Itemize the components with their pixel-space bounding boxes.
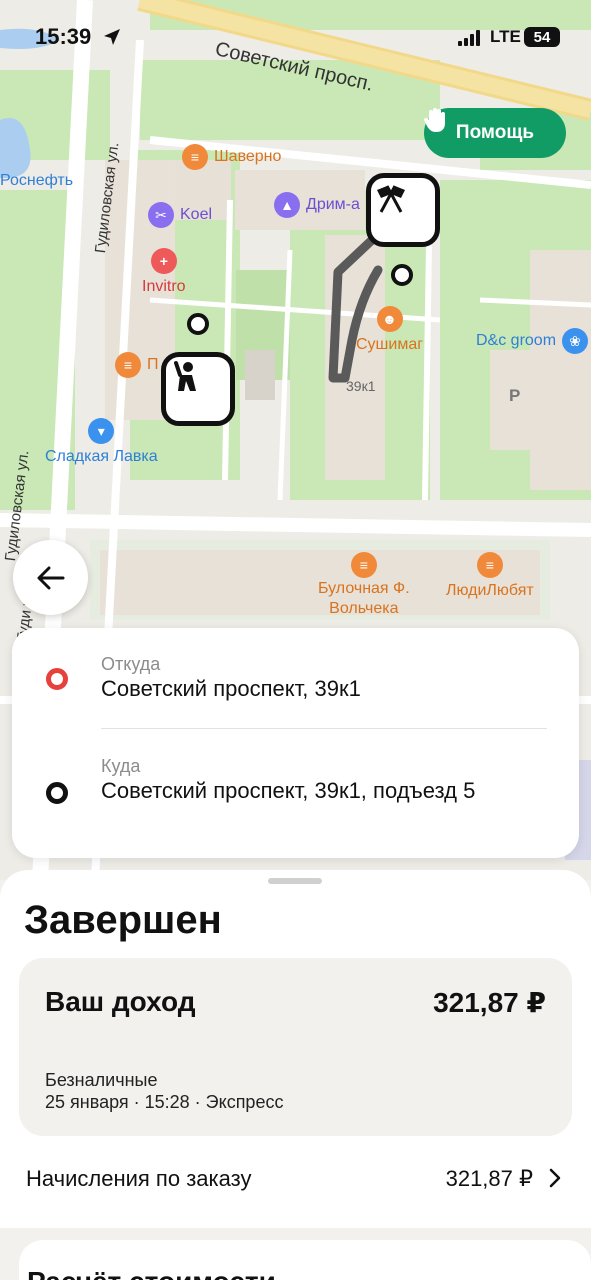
basket-icon: ▾ xyxy=(88,418,115,444)
help-button[interactable]: Помощь xyxy=(424,108,566,158)
poi-label: Invitro xyxy=(142,278,186,295)
poi-label: Шаверно xyxy=(214,148,282,165)
poi-label: П xyxy=(147,356,159,373)
cost-breakdown-title: Расчёт стоимости xyxy=(27,1266,276,1280)
chevron-right-icon xyxy=(549,1168,561,1188)
route-divider xyxy=(101,728,547,729)
battery-icon: 54 xyxy=(524,27,560,47)
poi-lyudi-lyubyat[interactable]: ≡ ЛюдиЛюбят xyxy=(446,552,534,600)
payment-method: Безналичные xyxy=(45,1070,158,1090)
food-icon: ≡ xyxy=(350,552,377,578)
poi-label: Вольчека xyxy=(329,600,399,617)
poi-label: ЛюдиЛюбят xyxy=(446,582,534,599)
scissors-icon: ✂ xyxy=(148,202,174,228)
poi-label: Сладкая Лавка xyxy=(45,448,158,465)
poi-shaverno[interactable]: ≡ Шаверно xyxy=(182,144,281,170)
status-bar: 15:39 LTE 54 xyxy=(0,22,591,54)
status-time: 15:39 xyxy=(35,24,92,49)
network-type: LTE xyxy=(490,27,521,46)
destination-pin-icon xyxy=(46,782,68,804)
poi-label: Роснефть xyxy=(0,172,74,189)
pickup-marker[interactable] xyxy=(161,352,235,426)
food-icon: ≡ xyxy=(182,144,208,170)
order-charges-row[interactable]: Начисления по заказу 321,87 ₽ xyxy=(0,1138,591,1228)
cake-icon: ▲ xyxy=(274,192,300,218)
poi-drim[interactable]: ▲ Дрим-а xyxy=(274,192,360,218)
poi-sladkaya-lavka[interactable]: ▾ Сладкая Лавка xyxy=(45,418,158,466)
poi-bulochnaya[interactable]: ≡ Булочная Ф. Вольчека xyxy=(318,552,410,618)
location-arrow-icon xyxy=(104,29,120,45)
cost-breakdown-card[interactable]: Расчёт стоимости xyxy=(19,1240,591,1280)
order-sheet[interactable]: Завершен Ваш доход 321,87 ₽ Безналичные … xyxy=(0,870,591,1280)
paw-icon: ❀ xyxy=(562,328,589,354)
route-point-pickup xyxy=(187,313,209,335)
checkered-flags-icon xyxy=(377,185,405,213)
order-status-title: Завершен xyxy=(24,898,222,942)
poi-koel[interactable]: ✂ Koel xyxy=(148,202,212,228)
charges-amount: 321,87 ₽ xyxy=(445,1166,533,1191)
dropoff-marker[interactable] xyxy=(366,173,440,247)
origin-pin-icon xyxy=(46,668,68,690)
cellular-signal-icon xyxy=(458,30,480,46)
route-from-label: Откуда xyxy=(101,654,161,674)
poi-label: Булочная Ф. xyxy=(318,580,410,597)
income-card: Ваш доход 321,87 ₽ Безналичные 25 января… xyxy=(19,958,572,1136)
poi-p[interactable]: ≡ П xyxy=(115,352,159,378)
battery-level: 54 xyxy=(533,28,551,46)
food-icon: ≡ xyxy=(476,552,503,578)
route-card[interactable]: Откуда Советский проспект, 39к1 Куда Сов… xyxy=(12,628,579,858)
order-meta: 25 января · 15:28 · Экспресс xyxy=(45,1092,284,1112)
back-button[interactable] xyxy=(13,540,88,615)
charges-label: Начисления по заказу xyxy=(26,1166,252,1191)
sheet-drag-handle[interactable] xyxy=(268,878,322,884)
route-from-address: Советский проспект, 39к1 xyxy=(101,676,361,701)
poi-sushimag[interactable]: ☻ Сушимаг xyxy=(356,306,423,354)
route-to-label: Куда xyxy=(101,756,141,776)
help-button-label: Помощь xyxy=(455,122,535,143)
house-number-label: 39к1 xyxy=(346,378,376,394)
parking-label: P xyxy=(509,386,521,405)
arrow-left-icon xyxy=(37,566,64,589)
poi-invitro[interactable]: + Invitro xyxy=(142,248,186,296)
poi-rosneft[interactable]: Роснефть xyxy=(0,172,73,190)
poi-label: Дрим-а xyxy=(306,196,360,213)
income-amount: 321,87 ₽ xyxy=(433,987,546,1018)
poi-label: Сушимаг xyxy=(356,336,424,353)
income-label: Ваш доход xyxy=(45,986,196,1017)
sushi-icon: ☻ xyxy=(376,306,403,332)
poi-label: Koel xyxy=(180,206,213,223)
medical-cross-icon: + xyxy=(150,248,177,274)
poi-label: D&c groom xyxy=(476,332,557,349)
route-to-address: Советский проспект, 39к1, подъезд 5 xyxy=(101,778,476,803)
route-point-dropoff xyxy=(391,264,413,286)
poi-dc-groom[interactable]: D&c groom ❀ xyxy=(476,328,589,354)
waving-person-icon xyxy=(174,361,196,391)
hand-icon xyxy=(424,108,445,132)
food-icon: ≡ xyxy=(115,352,141,378)
